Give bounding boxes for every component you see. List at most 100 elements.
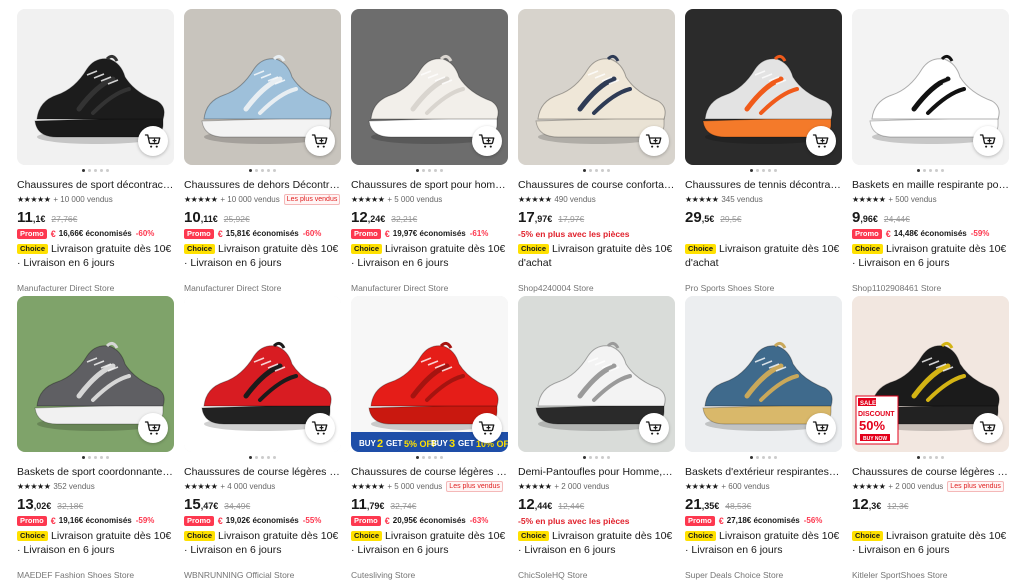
store-name[interactable]: Pro Sports Shoes Store — [685, 283, 774, 293]
product-image[interactable] — [852, 9, 1009, 165]
current-price: 12,3€ — [852, 496, 882, 513]
bestseller-badge: Les plus vendus — [283, 194, 341, 205]
price-row: 12,44€ 12,44€ — [518, 496, 675, 513]
image-carousel-dots[interactable] — [351, 456, 508, 460]
original-price: 12,44€ — [558, 501, 585, 511]
product-card[interactable]: Chaussures de dehors Décontracté... ★★★★… — [184, 9, 341, 296]
add-to-cart-button[interactable] — [305, 126, 335, 156]
image-carousel-dots[interactable] — [685, 456, 842, 460]
image-carousel-dots[interactable] — [852, 456, 1009, 460]
store-name[interactable]: Manufacturer Direct Store — [17, 283, 114, 293]
product-image[interactable]: BUY2GET5% OFFBUY3GET10% OFF — [351, 296, 508, 452]
current-price: 15,47€ — [184, 496, 219, 513]
image-carousel-dots[interactable] — [518, 169, 675, 173]
product-image[interactable] — [17, 9, 174, 165]
sold-count: 352 vendus — [53, 482, 95, 491]
image-carousel-dots[interactable] — [17, 169, 174, 173]
store-name[interactable]: Shop1102908461 Store — [852, 283, 941, 293]
choice-badge: Choice — [685, 531, 717, 541]
product-title[interactable]: Chaussures de sport décontractées ... — [17, 179, 174, 192]
rating-row: ★★★★★ + 5 000 vendus Les plus vendus — [351, 481, 508, 492]
store-name[interactable]: ChicSoleHQ Store — [518, 570, 587, 580]
product-card[interactable]: Chaussures de sport pour hommes ... ★★★★… — [351, 9, 508, 296]
star-rating-icon: ★★★★★ — [184, 482, 218, 491]
cart-plus-icon — [478, 134, 495, 148]
product-image[interactable] — [184, 296, 341, 452]
store-name[interactable]: Manufacturer Direct Store — [351, 283, 448, 293]
add-to-cart-button[interactable] — [973, 126, 1003, 156]
product-image[interactable] — [518, 296, 675, 452]
add-to-cart-button[interactable] — [138, 413, 168, 443]
add-to-cart-button[interactable] — [639, 413, 669, 443]
product-title[interactable]: Demi-Pantoufles pour Homme, Cha... — [518, 466, 675, 479]
product-card[interactable]: Demi-Pantoufles pour Homme, Cha... ★★★★★… — [518, 296, 675, 580]
image-carousel-dots[interactable] — [17, 456, 174, 460]
add-to-cart-button[interactable] — [806, 413, 836, 443]
add-to-cart-button[interactable] — [472, 126, 502, 156]
product-card[interactable]: SALE DISCOUNT 50% BUY NOW Chaussures de cou… — [852, 296, 1009, 580]
add-to-cart-button[interactable] — [472, 413, 502, 443]
choice-badge: Choice — [852, 531, 884, 541]
sold-count: 345 vendus — [721, 195, 763, 204]
add-to-cart-button[interactable] — [639, 126, 669, 156]
add-to-cart-button[interactable] — [138, 126, 168, 156]
shipping-info: Choice Livraison gratuite dès 10€ · Livra… — [17, 529, 174, 557]
product-card[interactable]: Chaussures de course confortables ... ★★… — [518, 9, 675, 296]
choice-badge: Choice — [685, 244, 717, 254]
add-to-cart-button[interactable] — [973, 413, 1003, 443]
promo-badge: Promo — [17, 515, 47, 526]
store-name[interactable]: Shop4240004 Store — [518, 283, 594, 293]
star-rating-icon: ★★★★★ — [17, 195, 51, 204]
store-name[interactable]: Manufacturer Direct Store — [184, 283, 281, 293]
store-name[interactable]: WBNRUNNING Official Store — [184, 570, 294, 580]
product-image[interactable] — [184, 9, 341, 165]
cart-plus-icon — [979, 421, 996, 435]
product-card[interactable]: Baskets d'extérieur respirantes en ... ★… — [685, 296, 842, 580]
promo-row: -5% en plus avec les pièces — [518, 515, 675, 526]
image-carousel-dots[interactable] — [518, 456, 675, 460]
product-card[interactable]: Chaussures de course légères et res... ★… — [184, 296, 341, 580]
image-carousel-dots[interactable] — [351, 169, 508, 173]
promo-badge: Promo — [184, 515, 214, 526]
product-card[interactable]: Baskets en maille respirante pour h... ★… — [852, 9, 1009, 296]
product-title[interactable]: Chaussures de course confortables ... — [518, 179, 675, 192]
product-title[interactable]: Baskets d'extérieur respirantes en ... — [685, 466, 842, 479]
bestseller-badge: Les plus vendus — [947, 481, 1004, 492]
product-card[interactable]: Chaussures de sport décontractées ... ★★… — [17, 9, 174, 296]
store-name[interactable]: Cutesliving Store — [351, 570, 415, 580]
product-image[interactable] — [685, 9, 842, 165]
shipping-info: Choice Livraison gratuite dès 10€ · Livra… — [351, 242, 508, 270]
store-name[interactable]: Kitleler SportShoes Store — [852, 570, 947, 580]
store-name[interactable]: MAEDEF Fashion Shoes Store — [17, 570, 134, 580]
add-to-cart-button[interactable] — [806, 126, 836, 156]
add-to-cart-button[interactable] — [305, 413, 335, 443]
product-title[interactable]: Chaussures de dehors Décontracté... — [184, 179, 341, 192]
product-image[interactable] — [351, 9, 508, 165]
savings-amount: 16,66€ économisés — [58, 229, 132, 238]
product-title[interactable]: Baskets en maille respirante pour h... — [852, 179, 1009, 192]
product-card[interactable]: Baskets de sport coordonnantes po... ★★★… — [17, 296, 174, 580]
current-price: 17,97€ — [518, 209, 553, 226]
image-carousel-dots[interactable] — [685, 169, 842, 173]
product-title[interactable]: Chaussures de tennis décontractée... — [685, 179, 842, 192]
promo-row — [685, 228, 842, 239]
store-name[interactable]: Super Deals Choice Store — [685, 570, 783, 580]
product-image[interactable] — [685, 296, 842, 452]
product-card[interactable]: BUY2GET5% OFFBUY3GET10% OFF Chaussures d… — [351, 296, 508, 580]
product-title[interactable]: Chaussures de course légères à imp... — [351, 466, 508, 479]
product-image[interactable] — [17, 296, 174, 452]
product-title[interactable]: Baskets de sport coordonnantes po... — [17, 466, 174, 479]
product-card[interactable]: Chaussures de tennis décontractée... ★★★… — [685, 9, 842, 296]
product-image[interactable]: SALE DISCOUNT 50% BUY NOW — [852, 296, 1009, 452]
image-carousel-dots[interactable] — [184, 169, 341, 173]
original-price: 32,21€ — [391, 214, 418, 224]
image-carousel-dots[interactable] — [184, 456, 341, 460]
product-title[interactable]: Chaussures de course légères respi... — [852, 466, 1009, 479]
coin-icon: € — [384, 515, 390, 526]
product-title[interactable]: Chaussures de course légères et res... — [184, 466, 341, 479]
product-image[interactable] — [518, 9, 675, 165]
product-title[interactable]: Chaussures de sport pour hommes ... — [351, 179, 508, 192]
image-carousel-dots[interactable] — [852, 169, 1009, 173]
discount-percent: -60% — [302, 229, 322, 238]
sale-sticker: SALE DISCOUNT50% BUY NOW — [855, 395, 899, 445]
